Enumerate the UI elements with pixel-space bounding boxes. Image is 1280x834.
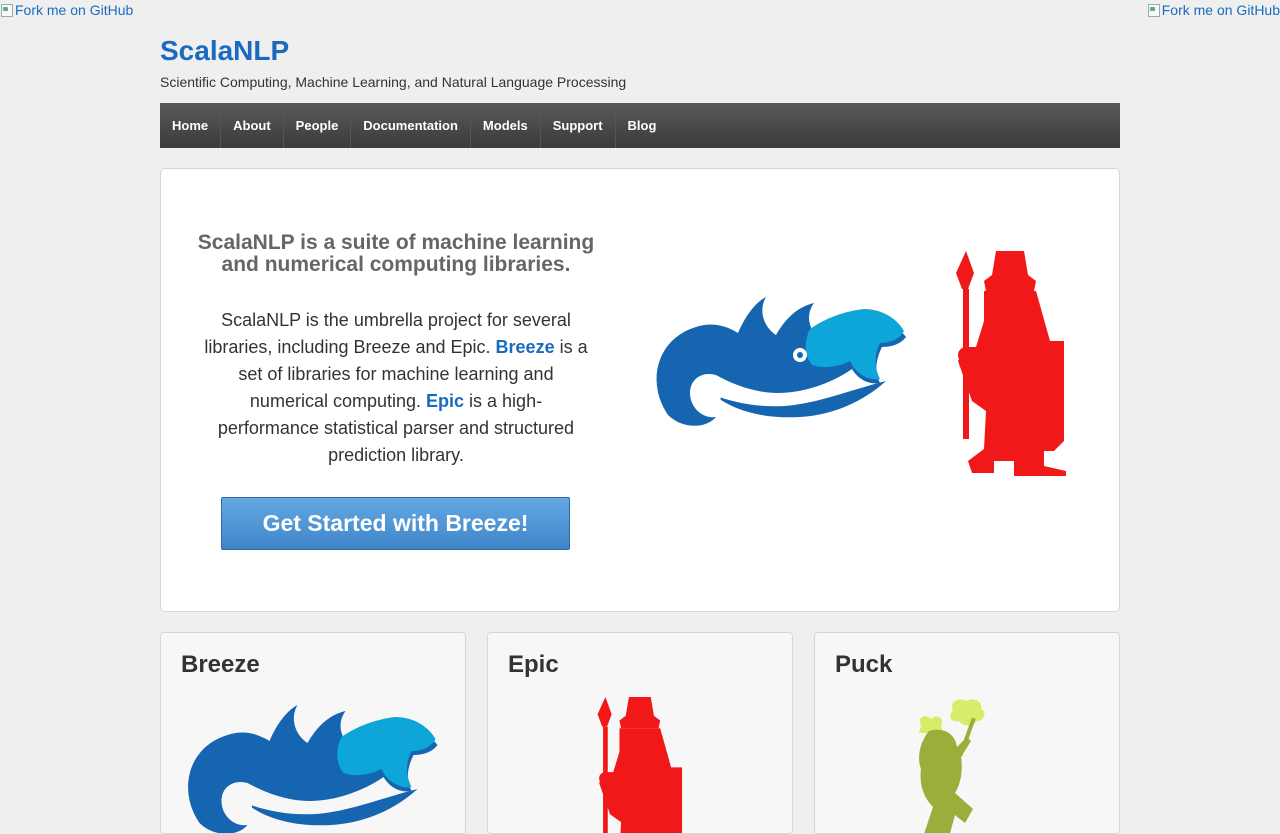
nav-item-documentation[interactable]: Documentation [351,103,471,148]
fork-me-github-link-left[interactable]: Fork me on GitHub [0,2,133,18]
site-title-link[interactable]: ScalaNLP [160,35,289,67]
nav-item-people[interactable]: People [284,103,352,148]
fork-me-label: Fork me on GitHub [15,2,134,18]
epic-logo [597,697,683,833]
epic-logo-shape [597,697,683,833]
site-tagline: Scientific Computing, Machine Learning, … [160,74,627,90]
get-started-button[interactable]: Get Started with Breeze! [221,497,570,550]
nav-item-home[interactable]: Home [160,103,222,148]
fork-me-github-link-right[interactable]: Fork me on GitHub [1147,2,1280,18]
fork-me-label: Fork me on GitHub [1161,2,1280,18]
nav-item-about[interactable]: About [221,103,284,148]
puck-logo-shape [919,699,985,833]
epic-logo [956,251,1066,476]
epic-logo-shape [956,251,1066,476]
main-nav: Home About People Documentation Models S… [160,103,1120,148]
nav-item-models[interactable]: Models [471,103,541,148]
card-epic: Epic [487,632,793,834]
card-breeze: Breeze [160,632,466,834]
nav-item-support[interactable]: Support [541,103,616,148]
breeze-logo [188,705,438,833]
epic-link[interactable]: Epic [426,391,464,411]
breeze-link[interactable]: Breeze [496,337,555,357]
broken-image-icon [0,3,14,17]
breeze-logo [656,297,906,426]
broken-image-icon [1147,3,1161,17]
breeze-logo-shape [656,297,906,426]
breeze-logo-shape [188,705,438,833]
hero-description: ScalaNLP is the umbrella project for sev… [201,307,591,469]
hero-panel: ScalaNLP is a suite of machine learning … [160,168,1120,612]
card-title: Epic [508,651,559,678]
puck-logo [919,699,985,833]
nav-item-blog[interactable]: Blog [616,103,669,148]
card-puck: Puck [814,632,1120,834]
hero-title: ScalaNLP is a suite of machine learning … [197,231,595,276]
card-title: Breeze [181,651,260,678]
card-title: Puck [835,651,893,678]
